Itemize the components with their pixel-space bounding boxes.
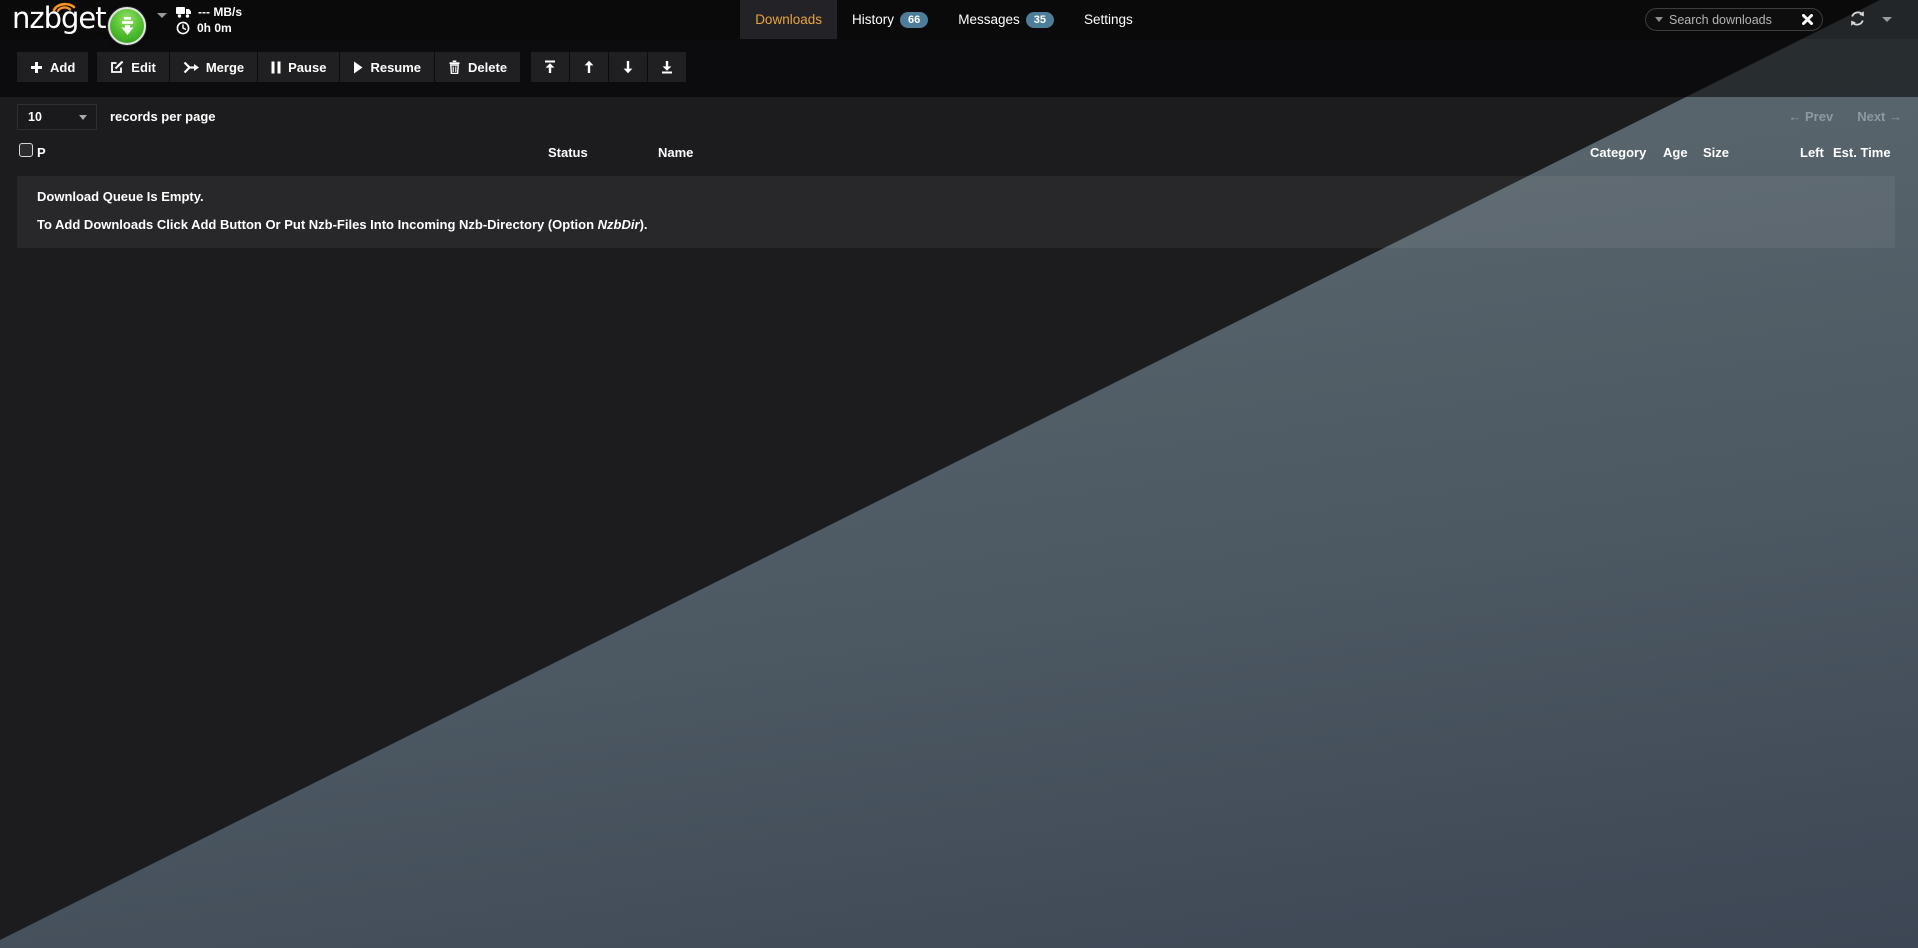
plus-icon — [30, 61, 43, 74]
delete-button-label: Delete — [468, 60, 507, 75]
merge-button[interactable]: Merge — [170, 52, 257, 82]
arrow-up-icon — [583, 60, 595, 74]
navbar-menu-caret-icon[interactable] — [1882, 17, 1892, 22]
hint-text-prefix: To Add Downloads Click Add Button Or Put… — [37, 217, 598, 232]
trash-icon — [448, 60, 461, 74]
download-icon — [119, 16, 136, 37]
tab-history[interactable]: History 66 — [837, 0, 943, 39]
pause-icon — [271, 61, 281, 74]
empty-queue-hint: To Add Downloads Click Add Button Or Put… — [37, 217, 1875, 232]
edit-button[interactable]: Edit — [97, 52, 169, 82]
records-per-page-label: records per page — [110, 109, 216, 124]
search-input[interactable] — [1663, 13, 1802, 27]
edit-button-label: Edit — [131, 60, 156, 75]
search-box[interactable] — [1645, 8, 1823, 31]
tab-downloads-label: Downloads — [755, 12, 822, 27]
arrow-down-icon — [622, 60, 634, 74]
empty-queue-title: Download Queue Is Empty. — [37, 189, 1875, 204]
prev-page-link[interactable]: ← Prev — [1788, 109, 1833, 124]
merge-icon — [183, 61, 199, 74]
page-size-caret-icon — [79, 115, 87, 120]
column-size: Size — [1703, 145, 1729, 160]
navbar: nzbget --- MB/s — [0, 0, 1918, 39]
play-pause-download-button[interactable] — [108, 7, 146, 45]
play-icon — [353, 61, 363, 74]
column-priority: P — [37, 145, 46, 160]
tab-messages-label: Messages — [958, 12, 1020, 27]
refresh-icon[interactable] — [1849, 10, 1866, 27]
delete-button[interactable]: Delete — [435, 52, 520, 82]
tab-settings-label: Settings — [1084, 12, 1133, 27]
main-tabs: Downloads History 66 Messages 35 Settings — [0, 0, 1888, 39]
pagination-row: 10 records per page ← Prev Next → — [0, 97, 1918, 136]
pause-button[interactable]: Pause — [258, 52, 339, 82]
edit-icon — [110, 60, 124, 74]
pager: ← Prev Next → — [1788, 109, 1902, 124]
merge-button-label: Merge — [206, 60, 244, 75]
tab-downloads[interactable]: Downloads — [740, 0, 837, 39]
add-button-label: Add — [50, 60, 75, 75]
hint-text-suffix: ). — [640, 217, 648, 232]
page-size-value: 10 — [28, 110, 42, 124]
move-top-button[interactable] — [531, 52, 569, 82]
column-left: Left — [1800, 145, 1824, 160]
resume-button-label: Resume — [370, 60, 421, 75]
arrow-to-top-icon — [544, 60, 556, 74]
tab-messages[interactable]: Messages 35 — [943, 0, 1069, 39]
queue-toolbar: Add Edit Merge — [0, 39, 1918, 97]
page-size-select[interactable]: 10 — [17, 104, 97, 130]
search-filter-caret-icon[interactable] — [1655, 17, 1663, 22]
column-age: Age — [1663, 145, 1688, 160]
column-name: Name — [658, 145, 693, 160]
queue-table-header: P Status Name Category Age Size Left Est… — [17, 136, 1895, 176]
select-all-checkbox[interactable] — [19, 143, 33, 157]
messages-count-badge: 35 — [1026, 12, 1054, 28]
move-down-button[interactable] — [609, 52, 647, 82]
pause-button-label: Pause — [288, 60, 326, 75]
tab-settings[interactable]: Settings — [1069, 0, 1148, 39]
resume-button[interactable]: Resume — [340, 52, 434, 82]
column-status: Status — [548, 145, 588, 160]
column-est-time: Est. Time — [1833, 145, 1891, 160]
tab-history-label: History — [852, 12, 894, 27]
hint-option-name: NzbDir — [598, 217, 640, 232]
column-category: Category — [1590, 145, 1646, 160]
move-up-button[interactable] — [570, 52, 608, 82]
add-button[interactable]: Add — [17, 52, 88, 82]
move-bottom-button[interactable] — [648, 52, 686, 82]
arrow-to-bottom-icon — [661, 60, 673, 74]
history-count-badge: 66 — [900, 12, 928, 28]
search-clear-icon[interactable] — [1802, 14, 1813, 25]
empty-queue-message: Download Queue Is Empty. To Add Download… — [17, 176, 1895, 248]
next-page-link[interactable]: Next → — [1857, 109, 1902, 124]
